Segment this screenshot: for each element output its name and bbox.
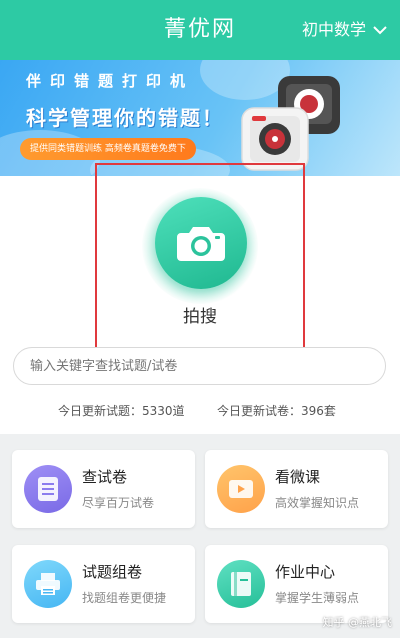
subject-selector[interactable]: 初中数学 [302, 0, 388, 60]
card-find-papers[interactable]: 查试卷 尽享百万试卷 [12, 450, 195, 528]
card-title: 看微课 [275, 468, 321, 486]
video-icon [217, 465, 265, 513]
card-title: 查试卷 [82, 468, 128, 486]
card-description: 高效掌握知识点 [275, 496, 360, 510]
book-icon [217, 560, 265, 608]
highlight-box [95, 163, 305, 353]
banner-slogan: 科学管理你的错题！ [26, 106, 224, 130]
questions-updated: 今日更新试题：5330道 [58, 404, 185, 418]
card-description: 尽享百万试卷 [82, 496, 155, 510]
card-description: 找题组卷更便捷 [82, 591, 167, 605]
search-input[interactable] [13, 347, 386, 385]
card-micro-lessons[interactable]: 看微课 高效掌握知识点 [205, 450, 388, 528]
banner-offer-pill: 提供同类错题训练 高频卷真题卷免费下 [20, 138, 196, 160]
card-title: 试题组卷 [82, 563, 143, 581]
printer-illustration [241, 76, 340, 171]
subject-label: 初中数学 [301, 20, 366, 39]
document-icon [24, 465, 72, 513]
card-title: 作业中心 [275, 563, 336, 581]
chevron-down-icon [373, 26, 387, 35]
card-homework-center[interactable]: 作业中心 掌握学生薄弱点 [205, 545, 388, 623]
app-header: 菁优网 初中数学 [0, 0, 400, 60]
papers-updated: 今日更新试卷：396套 [217, 404, 336, 418]
card-compose-paper[interactable]: 试题组卷 找题组卷更便捷 [12, 545, 195, 623]
watermark: 知乎 @燕北飞 [322, 616, 393, 629]
promo-banner[interactable]: 伴印错题打印机 科学管理你的错题！ 提供同类错题训练 高频卷真题卷免费下 [0, 60, 400, 176]
printer-icon [24, 560, 72, 608]
banner-headline: 伴印错题打印机 [26, 72, 195, 90]
card-description: 掌握学生薄弱点 [275, 591, 360, 605]
